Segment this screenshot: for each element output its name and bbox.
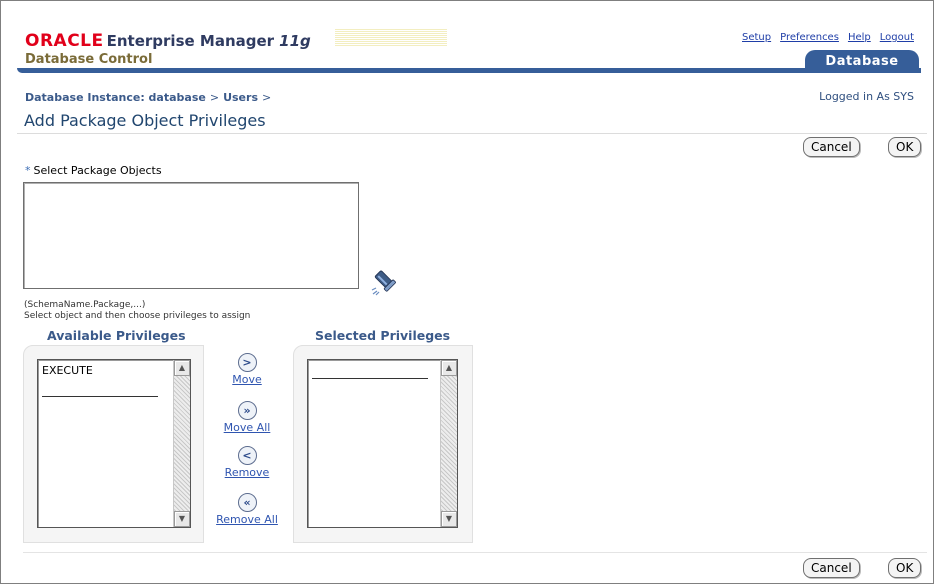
package-objects-input[interactable] [23,182,359,289]
breadcrumb-separator: > [209,91,220,104]
ok-button[interactable]: OK [888,137,922,157]
breadcrumb-separator: > [262,91,272,104]
title-divider [17,133,927,134]
package-objects-label: * Select Package Objects [25,164,162,177]
selected-privileges-title: Selected Privileges [315,328,451,343]
move-button[interactable]: > Move [207,353,287,386]
page-title: Add Package Object Privileges [24,111,266,130]
remove-all-button[interactable]: « Remove All [207,493,287,526]
global-links: Setup Preferences Help Logout [733,32,914,43]
breadcrumb: Database Instance: database > Users > [25,91,275,104]
product-version: 11g [279,32,311,50]
cancel-button-bottom[interactable]: Cancel [803,558,860,578]
scroll-down-icon[interactable]: ▼ [174,511,190,527]
ok-button-bottom[interactable]: OK [888,558,922,578]
available-privileges-list[interactable]: EXECUTE ▲ ▼ [37,359,191,528]
setup-link[interactable]: Setup [742,32,771,43]
breadcrumb-database-instance[interactable]: Database Instance: database [25,91,206,104]
package-format-hint: (SchemaName.Package,...) [24,300,146,310]
move-all-label: Move All [223,421,271,434]
help-link[interactable]: Help [848,32,871,43]
oracle-logo: ORACLE Enterprise Manager 11g [25,31,311,51]
scroll-up-icon[interactable]: ▲ [441,360,457,376]
list-width-spacer [312,378,428,379]
selected-scrollbar[interactable]: ▲ ▼ [440,360,457,527]
package-instruction-hint: Select object and then choose privileges… [24,311,251,321]
remove-all-icon: « [237,493,257,512]
move-label: Move [232,373,262,386]
breadcrumb-users[interactable]: Users [223,91,258,104]
decorative-stripes [335,29,447,46]
product-name: Enterprise Manager [106,32,275,50]
move-icon: > [237,353,257,372]
cancel-button[interactable]: Cancel [803,137,860,157]
search-flashlight-icon[interactable] [369,266,403,296]
available-scrollbar[interactable]: ▲ ▼ [173,360,190,527]
oracle-brand: ORACLE [25,31,104,51]
available-privileges-title: Available Privileges [47,328,186,343]
move-all-button[interactable]: » Move All [207,401,287,434]
scroll-down-icon[interactable]: ▼ [441,511,457,527]
list-width-spacer [42,396,158,397]
bottom-divider [23,552,927,553]
list-item-execute[interactable]: EXECUTE [42,364,93,377]
logout-link[interactable]: Logout [880,32,914,43]
package-objects-label-text: Select Package Objects [33,164,162,177]
remove-all-label: Remove All [216,513,278,526]
scroll-up-icon[interactable]: ▲ [174,360,190,376]
move-all-icon: » [237,401,257,420]
logged-in-status: Logged in As SYS [819,90,914,103]
remove-icon: < [237,446,257,465]
header-band [17,68,921,73]
remove-button[interactable]: < Remove [207,446,287,479]
product-subtitle: Database Control [25,52,153,67]
required-icon: * [25,164,31,177]
selected-privileges-list[interactable]: ▲ ▼ [307,359,458,528]
preferences-link[interactable]: Preferences [780,32,839,43]
remove-label: Remove [224,466,270,479]
